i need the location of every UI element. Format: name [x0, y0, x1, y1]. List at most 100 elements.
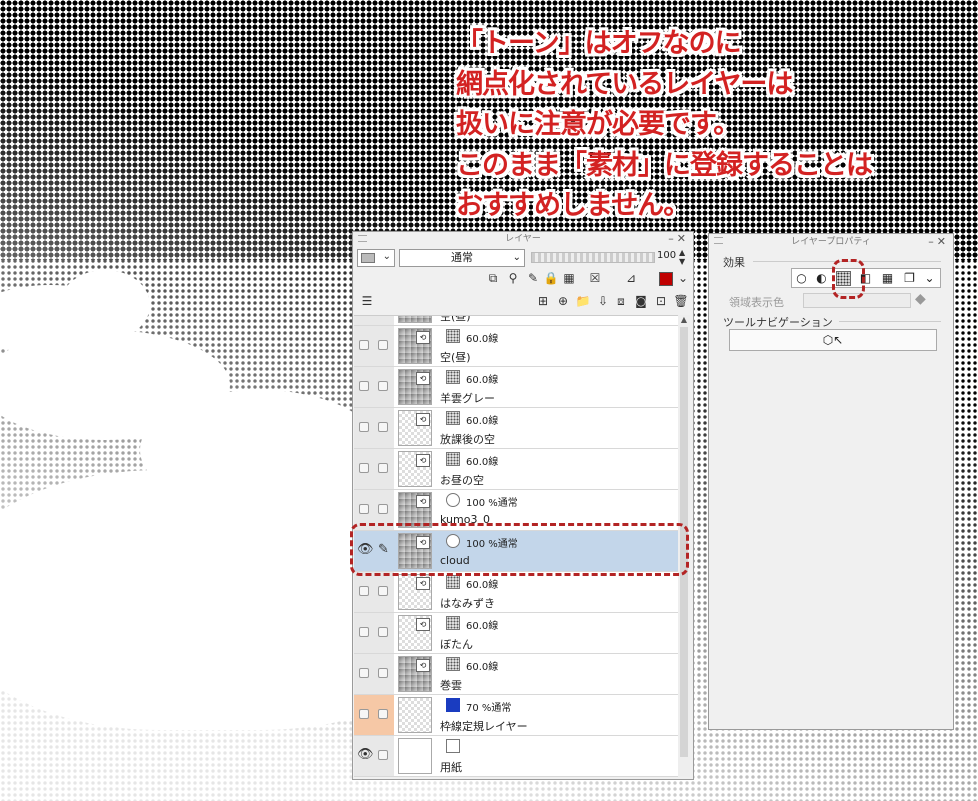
property-panel-titlebar[interactable]: レイヤープロパティ –✕ [709, 234, 953, 250]
layer-type-icon: ⟲ [416, 454, 430, 467]
layer-name: ぼたん [440, 638, 473, 651]
chevron-down-icon[interactable]: ⌄ [675, 270, 691, 286]
lock-toggle[interactable] [378, 381, 388, 391]
border-effect-icon[interactable]: ○ [794, 271, 809, 286]
layer-item[interactable]: 70 %通常 枠線定規レイヤー [354, 695, 680, 736]
layer-mode: 60.0線 [466, 662, 499, 673]
lock-toggle[interactable] [378, 750, 388, 760]
tone-icon [446, 411, 460, 425]
visibility-toggle[interactable] [359, 422, 369, 432]
divider [839, 321, 941, 322]
mask-apply-icon[interactable]: ⊡ [653, 293, 669, 309]
layer-panel-titlebar[interactable]: レイヤー –✕ [353, 232, 693, 246]
new-raster-layer-icon[interactable]: ⊞ [535, 293, 551, 309]
lock-toggle[interactable] [378, 463, 388, 473]
extract-line-icon[interactable]: ◐ [814, 271, 829, 286]
chevron-down-icon[interactable]: ⌄ [922, 271, 937, 286]
property-panel-title: レイヤープロパティ [791, 237, 871, 247]
paint-bucket-icon[interactable]: ◆ [915, 291, 926, 307]
draft-icon[interactable]: ✎ [525, 270, 541, 286]
layer-gutter [354, 316, 394, 325]
opacity-slider[interactable] [531, 252, 655, 263]
blend-mode-value: 通常 [451, 251, 473, 264]
eye-icon[interactable]: 👁 [357, 748, 374, 761]
opacity-spinner[interactable]: ▲ ▼ [679, 248, 685, 266]
annotation-line: 網点化されているレイヤーは [456, 68, 793, 100]
layer-item[interactable]: ⟲ 60.0線 ぼたん [354, 613, 680, 654]
lock-toggle[interactable] [378, 340, 388, 350]
tone-icon [446, 329, 460, 343]
visibility-toggle[interactable] [359, 709, 369, 719]
layer-type-icon: ⟲ [416, 372, 430, 385]
visibility-toggle[interactable] [359, 463, 369, 473]
lock-toggle[interactable] [378, 627, 388, 637]
effect-buttons: ○ ◐ ◧ ▦ ❐ ⌄ [791, 268, 941, 288]
blend-mode-select[interactable]: 通常 ⌄ [399, 249, 525, 267]
grip-icon[interactable] [714, 237, 723, 244]
panel-window-buttons[interactable]: –✕ [668, 232, 689, 246]
layer-property-panel: レイヤープロパティ –✕ 効果 ○ ◐ ◧ ▦ ❐ ⌄ 領域表示色 ◆ ツールナ… [708, 233, 954, 730]
layer-type-icon: ⟲ [416, 577, 430, 590]
lock-icon[interactable]: 🔒 [543, 270, 559, 286]
clip-icon[interactable]: ⧉ [485, 270, 501, 286]
layer-thumbnail: ⟲ [398, 410, 432, 446]
layer-item[interactable]: 👁 用紙 [354, 736, 680, 777]
reference-icon[interactable]: ⚲ [505, 270, 521, 286]
trash-icon[interactable]: 🗑 [673, 293, 689, 309]
visibility-toggle[interactable] [359, 627, 369, 637]
layer-name: 枠線定規レイヤー [440, 720, 528, 733]
lock-toggle[interactable] [378, 668, 388, 678]
layer-item[interactable]: ⟲ 60.0線 空(昼) [354, 326, 680, 367]
tone-icon [446, 575, 460, 589]
lock-toggle[interactable] [378, 709, 388, 719]
annotation-line: このまま「素材」に登録することは [456, 149, 873, 181]
layer-item[interactable]: ⟲ 60.0線 巻雲 [354, 654, 680, 695]
new-folder-icon[interactable]: 📁 [575, 293, 591, 309]
new-vector-layer-icon[interactable]: ⊕ [555, 293, 571, 309]
tool-navigation-button[interactable]: ⬡↖ [729, 329, 937, 351]
layer-menu-icon[interactable]: ☰ [359, 293, 375, 309]
tool-navigation-label: ツールナビゲーション [723, 316, 833, 329]
mask-create-icon[interactable]: ◙ [633, 293, 649, 309]
visibility-toggle[interactable] [359, 504, 369, 514]
lock-toggle[interactable] [378, 504, 388, 514]
visibility-toggle[interactable] [359, 340, 369, 350]
tone-icon [446, 616, 460, 630]
lock-toggle[interactable] [378, 586, 388, 596]
layer-stack-icon[interactable]: ❐ [902, 271, 917, 286]
paper-icon [446, 739, 460, 753]
mask-icon[interactable]: ☒ [587, 270, 603, 286]
layer-item[interactable]: 空(昼) [354, 316, 680, 326]
layer-thumbnail: ⟲ [398, 369, 432, 405]
layer-color-icon [446, 493, 460, 507]
visibility-toggle[interactable] [359, 668, 369, 678]
panel-window-buttons[interactable]: –✕ [928, 234, 949, 250]
transfer-lower-icon[interactable]: ⇩ [595, 293, 611, 309]
layer-item[interactable]: ⟲ 60.0線 放課後の空 [354, 408, 680, 449]
opacity-value[interactable]: 100 [657, 250, 676, 261]
layer-thumbnail: ⟲ [398, 574, 432, 610]
ruler-icon[interactable]: ⊿ [623, 270, 639, 286]
layer-gutter: 👁 [354, 736, 394, 776]
merge-icon[interactable]: ⧈ [613, 293, 629, 309]
layer-gutter [354, 572, 394, 612]
lock-toggle[interactable] [378, 422, 388, 432]
layer-item[interactable]: ⟲ 60.0線 お昼の空 [354, 449, 680, 490]
layer-color-button[interactable]: ⌄ [357, 249, 395, 267]
scroll-up-icon[interactable]: ▲ [678, 315, 690, 324]
layer-item[interactable]: ⟲ 60.0線 はなみずき [354, 572, 680, 613]
tone-button-highlight [832, 259, 865, 299]
layer-toolbar-row2: ⧉ ⚲ ✎ 🔒 ▦ ☒ ⊿ ⌄ [357, 270, 691, 290]
layer-gutter [354, 367, 394, 407]
chevron-down-icon: ⌄ [512, 252, 521, 263]
visibility-toggle[interactable] [359, 381, 369, 391]
visibility-toggle[interactable] [359, 586, 369, 596]
tone-icon [446, 452, 460, 466]
lock-transparency-icon[interactable]: ▦ [561, 270, 577, 286]
layer-item[interactable]: ⟲ 60.0線 羊雲グレー [354, 367, 680, 408]
cube-cursor-icon: ⬡↖ [822, 333, 844, 347]
grip-icon[interactable] [358, 235, 367, 242]
layer-thumbnail: ⟲ [398, 451, 432, 487]
mosaic-effect-icon[interactable]: ▦ [880, 271, 895, 286]
color-indicator-icon[interactable] [659, 272, 673, 286]
